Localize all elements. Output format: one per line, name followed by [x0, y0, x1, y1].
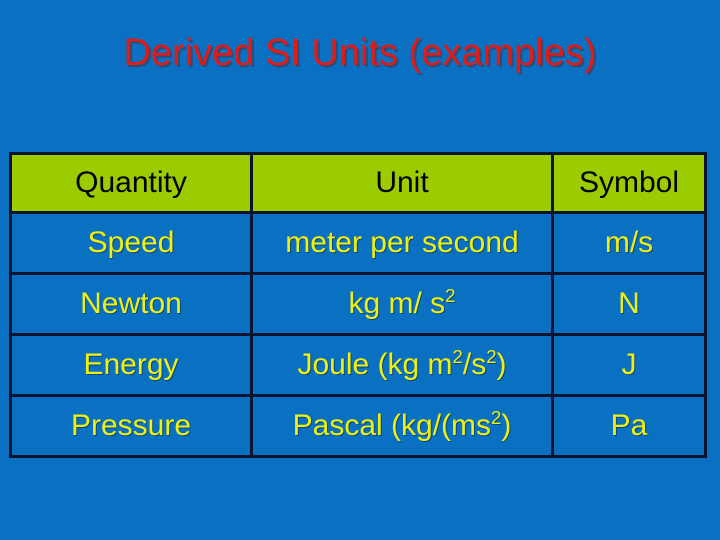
- cell-quantity: Speed: [9, 211, 253, 275]
- column-header-symbol: Symbol: [551, 152, 707, 214]
- cell-unit: Pascal (kg/(ms2): [250, 394, 554, 458]
- cell-quantity: Pressure: [9, 394, 253, 458]
- table-row: Newton kg m/ s2 N: [9, 272, 707, 336]
- cell-unit: kg m/ s2: [250, 272, 554, 336]
- page-title: Derived SI Units (examples): [123, 32, 597, 74]
- table-header-row: Quantity Unit Symbol: [9, 152, 707, 214]
- table-header: Quantity Unit Symbol: [9, 152, 707, 214]
- cell-quantity: Energy: [9, 333, 253, 397]
- slide-canvas: Derived SI Units (examples) Quantity Uni…: [0, 0, 720, 540]
- table-body: Speed meter per second m/s Newton kg m/ …: [9, 211, 707, 458]
- table-row: Energy Joule (kg m2/s2) J: [9, 333, 707, 397]
- cell-symbol: N: [551, 272, 707, 336]
- cell-quantity: Newton: [9, 272, 253, 336]
- column-header-quantity: Quantity: [9, 152, 253, 214]
- table-row: Speed meter per second m/s: [9, 211, 707, 275]
- table-row: Pressure Pascal (kg/(ms2) Pa: [9, 394, 707, 458]
- column-header-unit: Unit: [250, 152, 554, 214]
- cell-unit: Joule (kg m2/s2): [250, 333, 554, 397]
- cell-symbol: m/s: [551, 211, 707, 275]
- derived-si-units-table: Quantity Unit Symbol Speed meter per sec…: [9, 152, 707, 458]
- cell-symbol: Pa: [551, 394, 707, 458]
- cell-symbol: J: [551, 333, 707, 397]
- cell-unit: meter per second: [250, 211, 554, 275]
